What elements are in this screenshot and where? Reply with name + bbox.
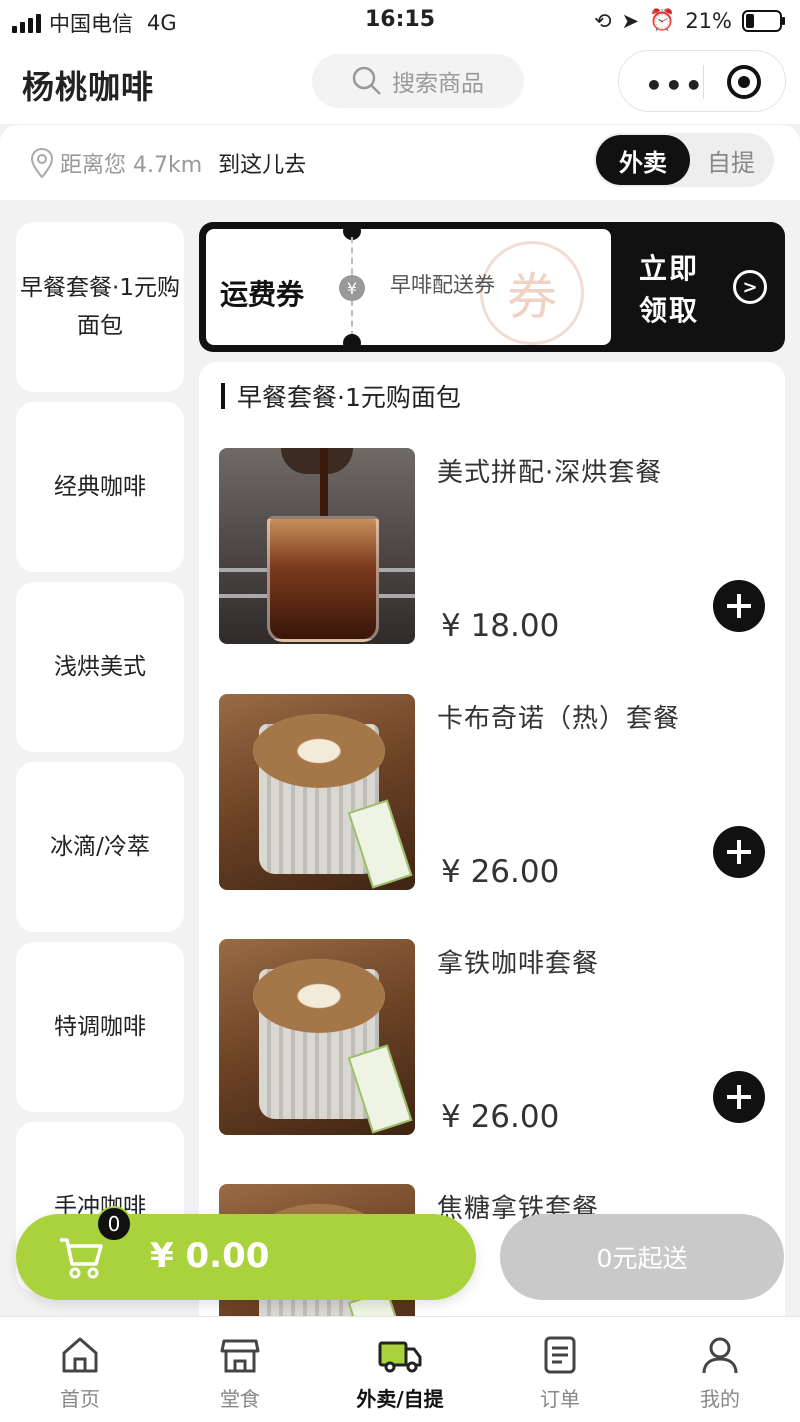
store-icon [220,1339,260,1373]
product-item[interactable]: 卡布奇诺（热）套餐 ¥ 26.00 [199,694,785,894]
tab-delivery[interactable]: 外卖/自提 [320,1317,480,1422]
miniprogram-capsule: ••• [618,50,786,112]
app-header: 杨桃咖啡 搜索商品 ••• [0,40,800,124]
page-title: 杨桃咖啡 [22,68,155,106]
tab-label: 堂食 [220,1387,260,1411]
category-item-classic-coffee[interactable]: 经典咖啡 [16,402,184,572]
shopping-cart-icon[interactable] [58,1236,104,1280]
product-name: 卡布奇诺（热）套餐 [437,704,681,734]
product-price: ¥ 18.00 [441,608,560,644]
cart-total: ¥ 0.00 [150,1236,270,1276]
add-to-cart-button[interactable] [713,826,765,878]
add-to-cart-button[interactable] [713,1071,765,1123]
tab-label: 我的 [700,1387,740,1411]
search-icon [352,66,381,95]
cart-count-badge: 0 [96,1206,132,1242]
location-arrow-icon: ➤ [621,8,640,33]
claim-coupon-button[interactable]: 立即 领取 [639,248,699,332]
product-item[interactable]: 拿铁咖啡套餐 ¥ 26.00 [199,939,785,1139]
coupon-subtitle: 早啡配送券 [390,273,495,297]
store-location: 距离您 4.7km 到这儿去 [30,147,306,179]
checkout-button[interactable]: 0元起送 [500,1214,784,1300]
coupon-ticket: 运费券 ¥ 券 早啡配送券 [206,222,611,352]
coupon-notch-bottom [343,334,361,352]
capsule-divider [703,65,704,99]
shipping-coupon-banner[interactable]: 运费券 ¥ 券 早啡配送券 立即 领取 > [199,222,785,352]
product-name: 拿铁咖啡套餐 [437,949,600,979]
category-item-breakfast[interactable]: 早餐套餐·1元购面包 [16,222,184,392]
home-icon [62,1337,98,1373]
user-icon [702,1337,738,1374]
status-bar: 中国电信 4G 16:15 ⟲ ➤ ⏰ 21% [0,0,800,40]
claim-line-2: 领取 [639,294,700,327]
status-right: ⟲ ➤ ⏰ 21% [594,8,786,33]
search-input[interactable]: 搜索商品 [312,54,524,108]
product-image-latte[interactable] [219,939,415,1135]
chevron-right-icon[interactable]: > [733,270,767,304]
product-price: ¥ 26.00 [441,854,560,890]
battery-icon [742,9,785,32]
bottom-tab-bar: 首页 堂食 外卖/自提 订单 我的 [0,1316,800,1422]
close-miniprogram-icon[interactable] [727,65,761,99]
coupon-title: 运费券 [220,278,305,311]
coupon-stamp: 券 [480,241,584,345]
category-item-light-roast[interactable]: 浅烘美式 [16,582,184,752]
product-item[interactable]: 美式拼配·深烘套餐 ¥ 18.00 [199,448,785,648]
tab-label: 首页 [60,1387,100,1411]
location-pin-icon [30,147,54,179]
yen-icon: ¥ [339,275,365,301]
section-title: 早餐套餐·1元购面包 [221,378,461,414]
tab-label: 订单 [540,1387,580,1411]
alarm-icon: ⏰ [649,8,676,32]
navigate-link[interactable]: 到这儿去 [218,147,306,179]
distance-text: 距离您 4.7km [60,153,203,178]
tab-dine-in[interactable]: 堂食 [160,1317,320,1422]
rotation-lock-icon: ⟲ [593,8,612,33]
more-icon[interactable]: ••• [645,69,705,102]
search-placeholder: 搜索商品 [392,71,484,97]
order-list-icon [544,1336,576,1374]
product-name: 美式拼配·深烘套餐 [437,458,663,488]
order-mode-toggle: 外卖 自提 [594,133,774,187]
mode-delivery[interactable]: 外卖 [596,135,690,185]
product-list: 早餐套餐·1元购面包 美式拼配·深烘套餐 ¥ 18.00 卡布奇诺（热）套餐 ¥… [199,362,785,1322]
claim-line-1: 立即 [639,252,700,285]
delivery-truck-icon [378,1341,422,1373]
tab-home[interactable]: 首页 [0,1317,160,1422]
product-price: ¥ 26.00 [441,1099,560,1135]
tab-profile[interactable]: 我的 [640,1317,800,1422]
cart-bar[interactable]: 0 ¥ 0.00 [16,1206,476,1300]
add-to-cart-button[interactable] [713,580,765,632]
location-bar: 距离您 4.7km 到这儿去 外卖 自提 [0,124,800,200]
product-image-iced-americano[interactable] [219,448,415,644]
category-item-specialty[interactable]: 特调咖啡 [16,942,184,1112]
battery-percent: 21% [685,8,732,33]
product-image-cappuccino[interactable] [219,694,415,890]
tab-label: 外卖/自提 [356,1387,444,1411]
mode-pickup[interactable]: 自提 [690,135,772,185]
category-item-cold-brew[interactable]: 冰滴/冷萃 [16,762,184,932]
tab-orders[interactable]: 订单 [480,1317,640,1422]
